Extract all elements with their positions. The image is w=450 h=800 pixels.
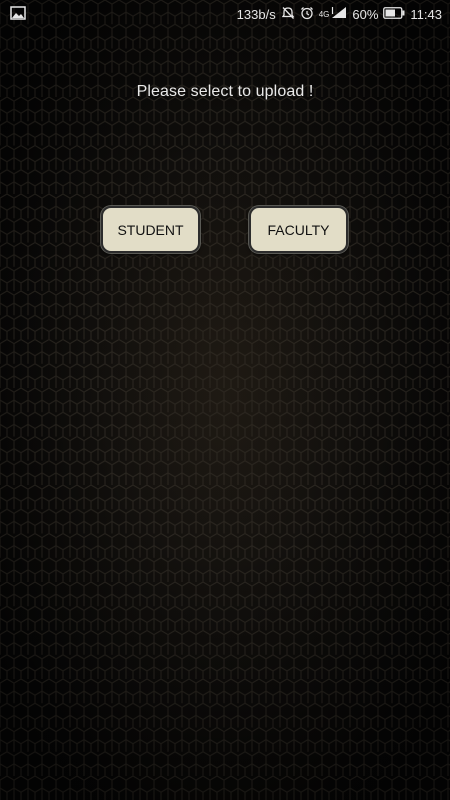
alarm-icon — [300, 6, 314, 23]
image-icon — [10, 6, 26, 20]
upload-prompt: Please select to upload ! — [136, 83, 314, 100]
clock-time: 11:43 — [410, 6, 442, 22]
battery-percent: 60% — [352, 6, 379, 22]
faculty-button[interactable]: FACULTY — [249, 206, 348, 253]
network-type: 4G — [318, 9, 330, 19]
status-indicators: 133b/s 4G 60% 11:43 — [237, 0, 442, 28]
mute-icon — [281, 6, 295, 23]
upload-selection-screen: 133b/s 4G 60% 11:43 Please select to upl… — [0, 0, 450, 800]
hex-mesh-background — [0, 0, 450, 800]
network-speed: 133b/s — [236, 6, 276, 22]
student-button[interactable]: STUDENT — [101, 206, 200, 253]
battery-icon — [383, 6, 405, 22]
status-bar: 133b/s 4G 60% 11:43 — [0, 0, 450, 28]
signal-icon — [331, 6, 347, 22]
